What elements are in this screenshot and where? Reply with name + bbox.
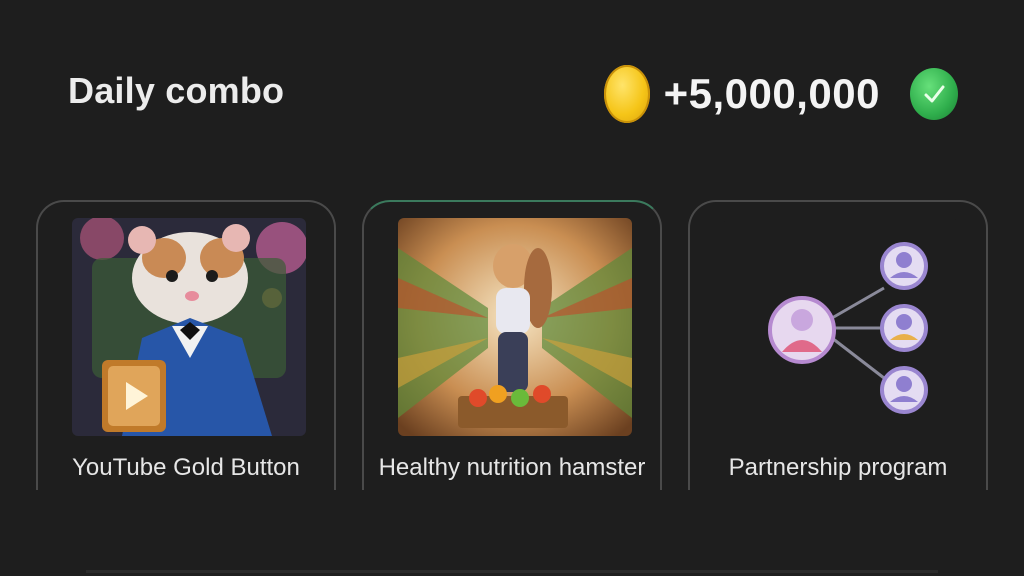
check-icon <box>910 68 958 120</box>
card-label: Healthy nutrition hamster <box>378 454 646 481</box>
coin-icon <box>603 65 650 123</box>
combo-card-youtube-gold-button[interactable]: YouTube Gold Button <box>36 200 336 490</box>
reward-display: +5,000,000 <box>603 62 958 126</box>
combo-card-partnership-program[interactable]: Partnership program <box>688 200 988 490</box>
hamster-supermarket-image <box>398 218 632 436</box>
page-title: Daily combo <box>68 70 285 111</box>
daily-combo-header: Daily combo +5,000,000 <box>0 0 1024 190</box>
daily-combo-screen: Daily combo +5,000,000 YouTube Gold Butt… <box>0 0 1024 576</box>
combo-cards: YouTube Gold Button Healthy nutrition ha… <box>36 200 996 490</box>
divider <box>86 570 938 573</box>
card-label: Partnership program <box>728 454 948 481</box>
hamster-youtube-gold-button-image <box>72 218 306 436</box>
combo-card-healthy-nutrition-hamster[interactable]: Healthy nutrition hamster <box>362 200 662 490</box>
card-label: YouTube Gold Button <box>72 454 300 481</box>
reward-amount: +5,000,000 <box>663 70 880 117</box>
partnership-network-icon <box>724 218 958 436</box>
